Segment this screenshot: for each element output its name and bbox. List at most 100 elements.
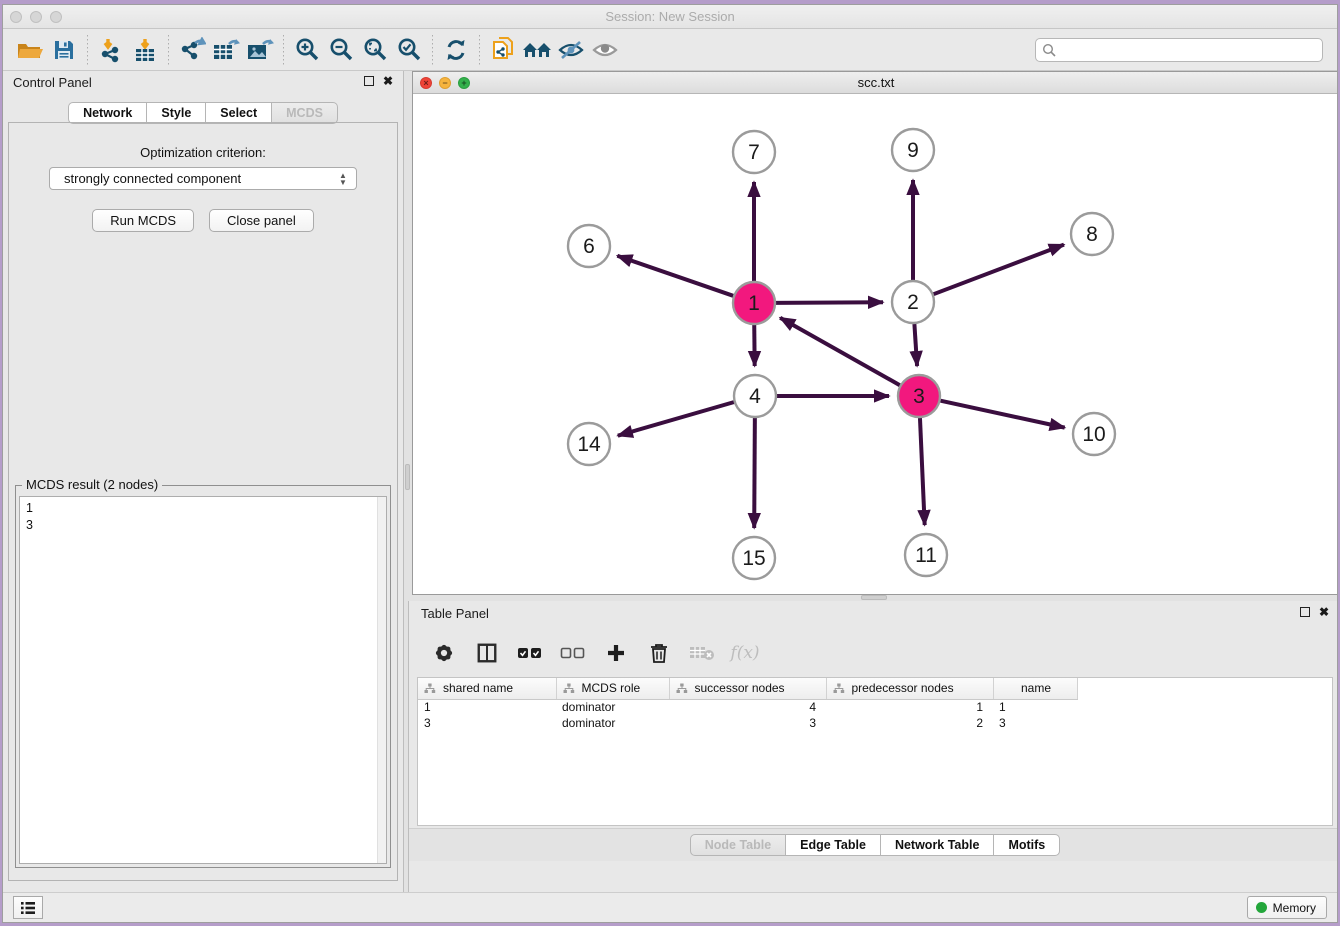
export-image-button[interactable]: [243, 34, 277, 66]
table-cell[interactable]: 3: [418, 715, 556, 731]
graph-edge-3-10[interactable]: [940, 401, 1064, 428]
tab-edge-table[interactable]: Edge Table: [786, 834, 881, 856]
add-column-button[interactable]: [603, 640, 629, 666]
graph-edge-1-2[interactable]: [776, 302, 883, 303]
table-cell[interactable]: dominator: [556, 699, 669, 715]
table-cell[interactable]: 3: [669, 715, 826, 731]
optimization-label: Optimization criterion:: [9, 145, 397, 160]
network-canvas[interactable]: 7968124314101511: [413, 94, 1338, 594]
delete-columns-button[interactable]: [646, 640, 672, 666]
float-table-panel-icon[interactable]: [1300, 607, 1310, 617]
refresh-layout-button[interactable]: [439, 34, 473, 66]
run-mcds-button[interactable]: Run MCDS: [92, 209, 194, 232]
tab-mcds[interactable]: MCDS: [272, 102, 338, 124]
tab-network[interactable]: Network: [68, 102, 147, 124]
zoom-selected-button[interactable]: [392, 34, 426, 66]
column-header-MCDS-role[interactable]: MCDS role: [556, 678, 669, 699]
close-panel-button[interactable]: Close panel: [209, 209, 314, 232]
table-cell[interactable]: 2: [826, 715, 993, 731]
mcds-result-title: MCDS result (2 nodes): [22, 477, 162, 492]
zoom-fit-icon: [362, 37, 388, 63]
eye-slash-icon: [557, 38, 585, 62]
hide-all-columns-button[interactable]: [560, 640, 586, 666]
eye-icon: [591, 38, 619, 62]
vertical-splitter-handle[interactable]: [405, 464, 410, 490]
table-row[interactable]: 1dominator411: [418, 699, 1077, 715]
search-box[interactable]: [1035, 38, 1323, 62]
float-panel-icon[interactable]: [364, 76, 374, 86]
table-tabs-strip: Node TableEdge TableNetwork TableMotifs: [409, 828, 1338, 861]
result-scrollbar[interactable]: [377, 497, 386, 863]
import-network-icon: [98, 37, 124, 63]
table-cell[interactable]: 1: [418, 699, 556, 715]
function-builder-button[interactable]: f(x): [732, 640, 758, 666]
mcds-result-area[interactable]: 1 3: [19, 496, 387, 864]
refresh-icon: [443, 37, 469, 63]
column-sort-icon: [563, 683, 575, 694]
criterion-select[interactable]: strongly connected component ▲▼: [49, 167, 357, 190]
zoom-out-icon: [328, 37, 354, 63]
table-settings-button[interactable]: [431, 640, 457, 666]
app-window: Session: New Session: [2, 4, 1338, 923]
hide-selected-button[interactable]: [554, 34, 588, 66]
graph-node-label-10: 10: [1082, 423, 1105, 446]
split-pane-button[interactable]: [474, 640, 500, 666]
show-all-button[interactable]: [588, 34, 622, 66]
first-neighbors-button[interactable]: [520, 34, 554, 66]
graph-node-label-7: 7: [748, 141, 760, 164]
column-header-name[interactable]: name: [993, 678, 1077, 699]
tab-motifs[interactable]: Motifs: [994, 834, 1060, 856]
table-cell[interactable]: 1: [826, 699, 993, 715]
duplicate-network-button[interactable]: [486, 34, 520, 66]
table-row[interactable]: 3dominator323: [418, 715, 1077, 731]
graph-edge-4-15[interactable]: [754, 418, 755, 528]
import-table-button[interactable]: [128, 34, 162, 66]
network-window-titlebar[interactable]: × − + scc.txt: [413, 72, 1338, 94]
search-input[interactable]: [1057, 40, 1322, 60]
close-table-panel-icon[interactable]: ✖: [1319, 607, 1329, 617]
import-table-icon: [132, 37, 158, 63]
export-network-button[interactable]: [175, 34, 209, 66]
main-toolbar: [3, 29, 1337, 71]
table-cell[interactable]: 3: [993, 715, 1077, 731]
tab-select[interactable]: Select: [206, 102, 272, 124]
zoom-out-button[interactable]: [324, 34, 358, 66]
column-header-successor-nodes[interactable]: successor nodes: [669, 678, 826, 699]
close-panel-icon[interactable]: ✖: [383, 76, 393, 86]
graph-edge-2-3[interactable]: [914, 324, 917, 366]
delete-table-button[interactable]: [689, 640, 715, 666]
zoom-in-icon: [294, 37, 320, 63]
table-cell[interactable]: 4: [669, 699, 826, 715]
table-cell[interactable]: 1: [993, 699, 1077, 715]
open-session-button[interactable]: [13, 34, 47, 66]
export-table-icon: [211, 37, 241, 63]
column-header-shared-name[interactable]: shared name: [418, 678, 556, 699]
graph-node-label-6: 6: [583, 235, 595, 258]
zoom-in-button[interactable]: [290, 34, 324, 66]
mcds-result-values: 1 3: [20, 497, 386, 537]
tab-node-table[interactable]: Node Table: [690, 834, 786, 856]
graph-edge-3-11[interactable]: [920, 418, 925, 525]
tab-style[interactable]: Style: [147, 102, 206, 124]
status-bar: Memory: [3, 892, 1337, 922]
import-network-button[interactable]: [94, 34, 128, 66]
task-history-button[interactable]: [13, 896, 43, 919]
graph-edge-4-14[interactable]: [618, 402, 734, 436]
graph-edge-1-6[interactable]: [617, 256, 733, 296]
horizontal-splitter-handle[interactable]: [861, 595, 887, 600]
table-toolbar: f(x): [419, 633, 1331, 673]
column-header-predecessor-nodes[interactable]: predecessor nodes: [826, 678, 993, 699]
memory-button[interactable]: Memory: [1247, 896, 1327, 919]
node-table-area: shared nameMCDS rolesuccessor nodesprede…: [417, 677, 1333, 826]
zoom-fit-button[interactable]: [358, 34, 392, 66]
tab-network-table[interactable]: Network Table: [881, 834, 995, 856]
graph-edge-3-1[interactable]: [780, 318, 900, 385]
graph-node-label-15: 15: [742, 547, 765, 570]
graph-edge-2-8[interactable]: [934, 245, 1064, 295]
memory-status-icon: [1256, 902, 1267, 913]
export-table-button[interactable]: [209, 34, 243, 66]
table-cell[interactable]: dominator: [556, 715, 669, 731]
show-all-columns-button[interactable]: [517, 640, 543, 666]
graph-node-label-11: 11: [915, 544, 937, 567]
save-session-button[interactable]: [47, 34, 81, 66]
